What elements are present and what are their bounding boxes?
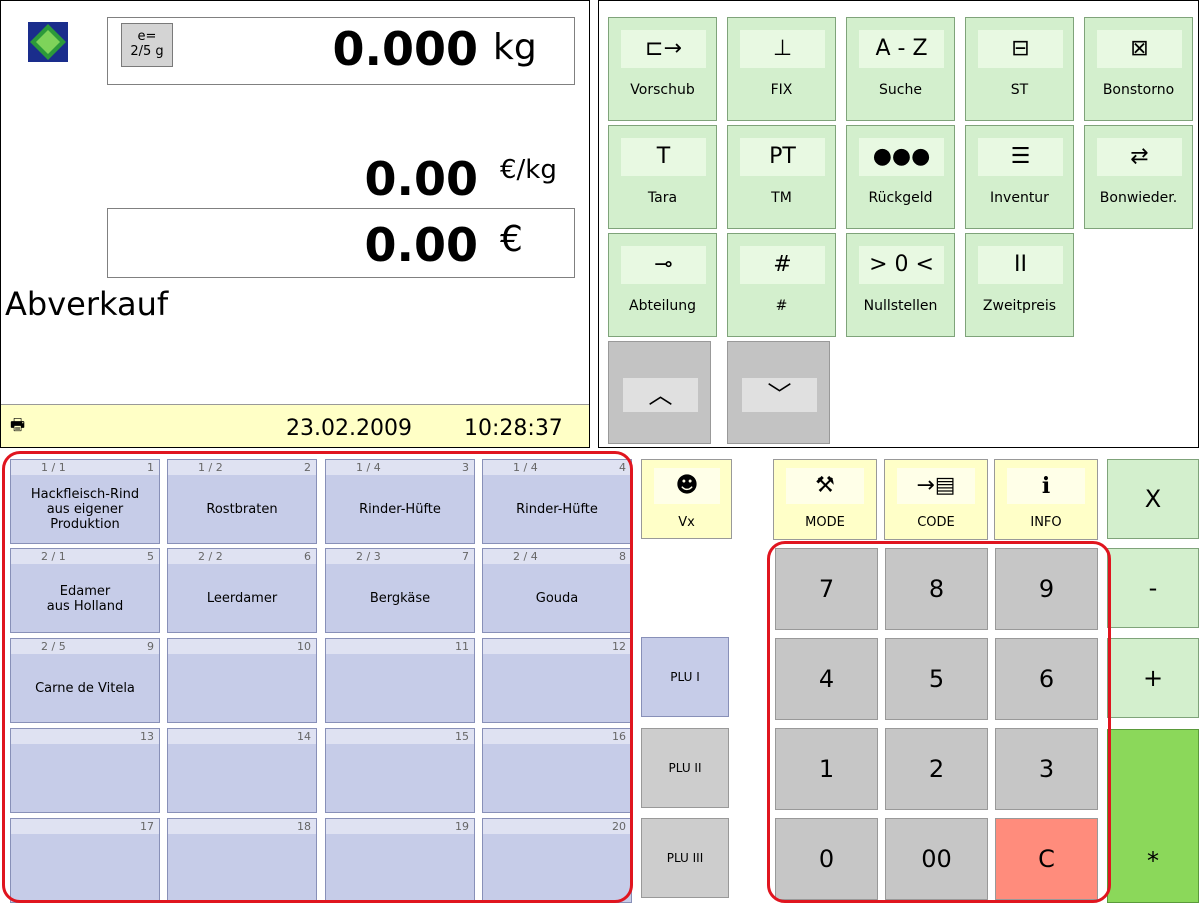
- tare-memory-icon: PT: [740, 138, 825, 176]
- second-price-icon: II: [978, 246, 1063, 284]
- function-key-label: #: [775, 298, 788, 314]
- function-key-label: Vorschub: [630, 82, 695, 98]
- feed-icon: ⊏→: [621, 30, 706, 68]
- function-key-label: Abteilung: [629, 298, 696, 314]
- function-key-label: ST: [1010, 82, 1029, 98]
- function-key-13[interactable]: > 0 < Nullstellen: [846, 233, 955, 337]
- enter-button[interactable]: *: [1107, 729, 1199, 903]
- function-key-5[interactable]: ⊠ Bonstorno: [1084, 17, 1193, 121]
- function-key-6[interactable]: T Tara: [608, 125, 717, 229]
- mode-label: Abverkauf: [5, 285, 169, 323]
- function-key-9[interactable]: ☰ Inventur: [965, 125, 1074, 229]
- wrench-icon: ⚒: [786, 468, 864, 504]
- function-key-10[interactable]: ⇄ Bonwieder.: [1084, 125, 1193, 229]
- operator-icon: ☻: [654, 468, 720, 504]
- function-key-3[interactable]: A - Z Suche: [846, 17, 955, 121]
- function-key-2[interactable]: ⊥ FIX: [727, 17, 836, 121]
- chevron-up-icon: ︿: [623, 378, 698, 412]
- search-az-icon: A - Z: [859, 30, 944, 68]
- numpad-highlight-outline: [767, 541, 1111, 903]
- info-icon: i: [1007, 468, 1085, 504]
- operator-button[interactable]: ☻ Vx: [641, 459, 732, 539]
- e-value: 2/5 g: [130, 44, 164, 59]
- e-label: e=: [137, 29, 157, 44]
- operator-label: Vx: [678, 515, 695, 530]
- cancel-receipt-icon: ⊠: [1097, 30, 1182, 68]
- function-key-14[interactable]: II Zweitpreis: [965, 233, 1074, 337]
- mode-button-label: MODE: [805, 515, 845, 530]
- plu-level-1-button[interactable]: PLU I: [641, 637, 729, 717]
- function-key-label: Rückgeld: [868, 190, 933, 206]
- plu-level-2-button[interactable]: PLU II: [641, 728, 729, 808]
- tare-icon: T: [621, 138, 706, 176]
- price-per-kg-unit: €/kg: [500, 155, 557, 185]
- pin-icon: ⊥: [740, 30, 825, 68]
- info-button[interactable]: i INFO: [994, 459, 1098, 540]
- date-display: 23.02.2009: [286, 416, 412, 441]
- function-key-label: Tara: [647, 190, 678, 206]
- code-button[interactable]: →▤ CODE: [884, 459, 988, 540]
- minus-button[interactable]: -: [1107, 548, 1199, 628]
- logo-icon: [28, 22, 68, 62]
- plus-button[interactable]: +: [1107, 638, 1199, 718]
- code-icon: →▤: [897, 468, 975, 504]
- function-key-label: Inventur: [990, 190, 1049, 206]
- reprint-icon: ⇄: [1097, 138, 1182, 176]
- function-key-label: TM: [771, 190, 792, 206]
- verification-interval-badge: e= 2/5 g: [121, 23, 173, 67]
- mode-button[interactable]: ⚒ MODE: [773, 459, 877, 540]
- function-key-12[interactable]: # #: [727, 233, 836, 337]
- weight-value: 0.000: [332, 22, 478, 76]
- scroll-down-button[interactable]: ﹀: [727, 341, 830, 444]
- function-key-8[interactable]: ●●● Rückgeld: [846, 125, 955, 229]
- price-per-kg-value: 0.00: [364, 152, 479, 206]
- total-price-unit: €: [500, 219, 523, 260]
- department-icon: ⊸: [621, 246, 706, 284]
- function-key-label: Zweitpreis: [982, 298, 1057, 314]
- multiply-button[interactable]: X: [1107, 459, 1199, 539]
- function-key-4[interactable]: ⊟ ST: [965, 17, 1074, 121]
- function-key-label: Suche: [879, 82, 922, 98]
- function-key-7[interactable]: PT TM: [727, 125, 836, 229]
- chevron-down-icon: ﹀: [742, 378, 817, 412]
- receipt-icon: ⊟: [978, 30, 1063, 68]
- plu-highlight-outline: [2, 451, 633, 903]
- info-button-label: INFO: [1030, 515, 1062, 530]
- plu-level-3-button[interactable]: PLU III: [641, 818, 729, 898]
- time-display: 10:28:37: [464, 416, 563, 441]
- scroll-up-button[interactable]: ︿: [608, 341, 711, 444]
- function-key-1[interactable]: ⊏→ Vorschub: [608, 17, 717, 121]
- coins-icon: ●●●: [859, 138, 944, 176]
- total-price-value: 0.00: [364, 218, 479, 272]
- code-button-label: CODE: [917, 515, 955, 530]
- function-key-11[interactable]: ⊸ Abteilung: [608, 233, 717, 337]
- inventory-icon: ☰: [978, 138, 1063, 176]
- printer-icon: 🖶: [10, 415, 26, 434]
- function-key-label: Bonwieder.: [1099, 190, 1178, 206]
- weight-unit: kg: [493, 27, 537, 68]
- function-key-label: Bonstorno: [1102, 82, 1175, 98]
- hash-icon: #: [740, 246, 825, 284]
- zero-icon: > 0 <: [859, 246, 944, 284]
- function-key-label: Nullstellen: [863, 298, 938, 314]
- function-key-label: FIX: [770, 82, 793, 98]
